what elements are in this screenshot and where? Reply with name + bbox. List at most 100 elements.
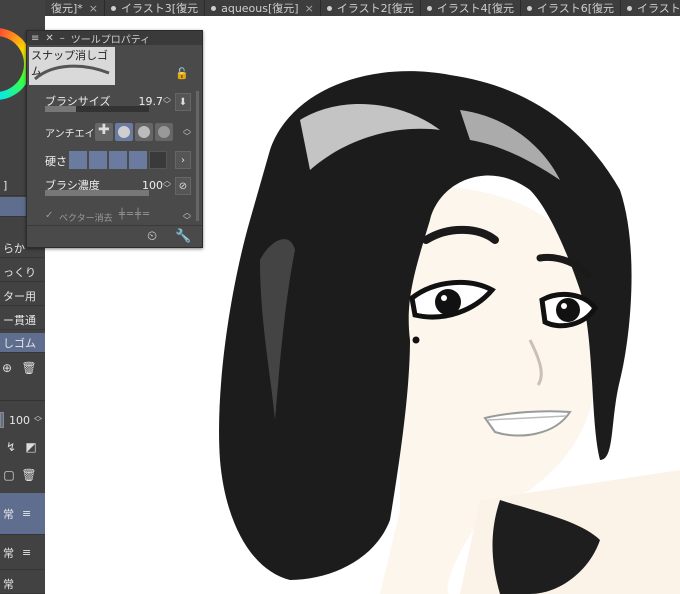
minimize-icon[interactable]: – (60, 33, 65, 44)
hardness-level-1[interactable] (69, 151, 87, 169)
antialias-weak-icon (118, 126, 130, 138)
sub-tool-label: らか (3, 241, 25, 255)
panel-scrollbar[interactable] (196, 91, 199, 221)
tool-property-panel[interactable]: ≡ ✕ – ツールプロパティ スナップ消しゴム 🔓 ブラシサイズ 19.7 ︿ ﹀… (26, 30, 203, 248)
pressure-icon[interactable]: ⊘ (175, 177, 191, 195)
tab-label: イラスト4[復元 (436, 2, 514, 15)
trash-icon[interactable]: 🗑 (21, 468, 36, 482)
tab-label: aqueous[復元] (221, 2, 299, 15)
hardness-level-3[interactable] (109, 151, 127, 169)
antialias-none-icon: ✚ (98, 122, 110, 138)
reset-icon[interactable]: ⏲ (147, 229, 157, 244)
vector-erase-row: ✓ ベクター消去 ╪═╪═ ︿ ﹀ (41, 207, 191, 225)
layer-item-selected[interactable]: 常 ≡ (0, 493, 45, 535)
sub-tool-item-selected[interactable]: しゴム (0, 333, 45, 353)
layer-blend-label: 常 (3, 507, 14, 521)
sub-tool-label: ] (3, 179, 8, 192)
document-tab[interactable]: 復元]* × (45, 0, 106, 16)
brush-density-slider[interactable] (45, 190, 149, 196)
tab-label: イラスト6[復元 (536, 2, 615, 15)
reference-layer-icon[interactable]: ◩ (24, 440, 38, 454)
brush-size-value[interactable]: 19.7 (139, 95, 164, 108)
opacity-value[interactable]: 100 (9, 414, 30, 427)
document-tab[interactable]: イラスト4[復元 (421, 0, 521, 16)
sub-tool-label: ー貫通 (3, 313, 36, 327)
unsaved-dot-icon (627, 5, 633, 11)
document-tab[interactable]: aqueous[復元] × (205, 0, 321, 16)
sub-tool-label: しゴム (3, 336, 36, 350)
layer-color-swatch (0, 412, 4, 428)
unsaved-dot-icon (111, 5, 117, 11)
hardness-level-2[interactable] (89, 151, 107, 169)
layer-item[interactable]: 常 (0, 574, 45, 594)
layer-blend-label: 常 (3, 546, 14, 560)
document-tab[interactable]: イラスト2[復元 (321, 0, 421, 16)
tab-label: 復元]* (51, 2, 83, 15)
chevron-right-icon[interactable]: › (175, 151, 191, 169)
antialias-row: アンチエイリ ✚ ︿ ﹀ (41, 119, 191, 145)
menu-icon[interactable]: ≡ (31, 33, 39, 44)
layer-menu-icon[interactable]: ≡ (22, 507, 31, 520)
brush-density-row: ブラシ濃度 100 ︿ ﹀ ⊘ (41, 175, 191, 197)
antialias-medium-option[interactable] (135, 123, 153, 141)
layer-menu-icon[interactable]: ≡ (22, 546, 31, 559)
brush-size-slider-fill (45, 106, 77, 112)
antialias-strong-icon (158, 126, 170, 138)
close-icon[interactable]: × (305, 2, 314, 15)
trash-icon[interactable]: 🗑 (21, 361, 36, 375)
layer-item[interactable]: 常 ≡ (0, 536, 45, 570)
brush-density-value[interactable]: 100 (142, 179, 163, 192)
tab-label: イラスト3[復元 (121, 2, 199, 15)
sub-tool-label: ター用 (3, 289, 36, 303)
document-tab[interactable]: イラスト6[復元 (521, 0, 622, 16)
brush-size-row: ブラシサイズ 19.7 ︿ ﹀ ⬇ (41, 91, 191, 113)
opacity-stepper[interactable]: ︿ ﹀ (34, 412, 42, 427)
document-tab[interactable]: イラスト3[復元 (105, 0, 206, 16)
divider (0, 400, 45, 401)
layer-blend-label: 常 (3, 577, 14, 591)
unsaved-dot-icon (211, 5, 217, 11)
brush-size-slider[interactable] (45, 106, 149, 112)
tab-label: イラスト5[復元 (637, 2, 680, 15)
sub-tool-preview[interactable]: スナップ消しゴム (29, 47, 115, 85)
hardness-level-4[interactable] (129, 151, 147, 169)
checkmark-icon[interactable]: ✓ (45, 210, 53, 221)
unsaved-dot-icon (526, 5, 532, 11)
brush-density-stepper[interactable]: ︿ ﹀ (163, 177, 171, 193)
antialias-stepper[interactable]: ︿ ﹀ (183, 125, 191, 141)
sub-tool-item[interactable]: ター用 (0, 286, 45, 306)
brush-density-slider-fill (45, 190, 149, 196)
panel-title: ツールプロパティ (70, 34, 151, 46)
antialias-weak-option[interactable] (115, 123, 133, 141)
document-tab[interactable]: イラスト5[復元 (621, 0, 680, 16)
close-icon[interactable]: × (89, 2, 98, 15)
unsaved-dot-icon (326, 5, 332, 11)
tab-label: イラスト2[復元 (336, 2, 414, 15)
sub-tool-item[interactable]: ー貫通 (0, 310, 45, 330)
layer-mode-icon[interactable]: ↯ (4, 440, 18, 454)
lock-icon[interactable]: 🔓 (175, 67, 189, 80)
new-layer-icon[interactable]: ▢ (2, 468, 16, 482)
unsaved-dot-icon (426, 5, 432, 11)
panel-footer: ⏲ 🔧 (27, 225, 202, 247)
canvas-illustration (219, 71, 680, 594)
sub-tool-label: っくり (3, 265, 36, 279)
close-icon[interactable]: ✕ (45, 33, 53, 44)
document-tab-bar: 復元]* × イラスト3[復元 aqueous[復元] × イラスト2[復元 イ… (45, 0, 680, 16)
hardness-level-5[interactable] (149, 151, 167, 169)
antialias-medium-icon (138, 126, 150, 138)
sub-tool-item[interactable]: っくり (0, 262, 45, 282)
vector-erase-label: ベクター消去 (59, 214, 113, 224)
download-icon[interactable]: ⬇ (175, 93, 191, 111)
wrench-icon[interactable]: 🔧 (175, 229, 191, 244)
brush-size-stepper[interactable]: ︿ ﹀ (163, 93, 171, 109)
stroke-preview-icon (34, 64, 110, 81)
hardness-label: 硬さ (45, 155, 67, 168)
hardness-row: 硬さ › (41, 149, 191, 171)
add-sub-tool-icon[interactable]: ⊕ (0, 361, 14, 375)
vector-erase-stepper[interactable]: ︿ ﹀ (183, 209, 191, 225)
vector-erase-options-icon: ╪═╪═ (119, 209, 152, 220)
panel-title-bar[interactable]: ≡ ✕ – ツールプロパティ (27, 31, 202, 46)
antialias-strong-option[interactable] (155, 123, 173, 141)
antialias-none-option[interactable]: ✚ (95, 122, 113, 141)
